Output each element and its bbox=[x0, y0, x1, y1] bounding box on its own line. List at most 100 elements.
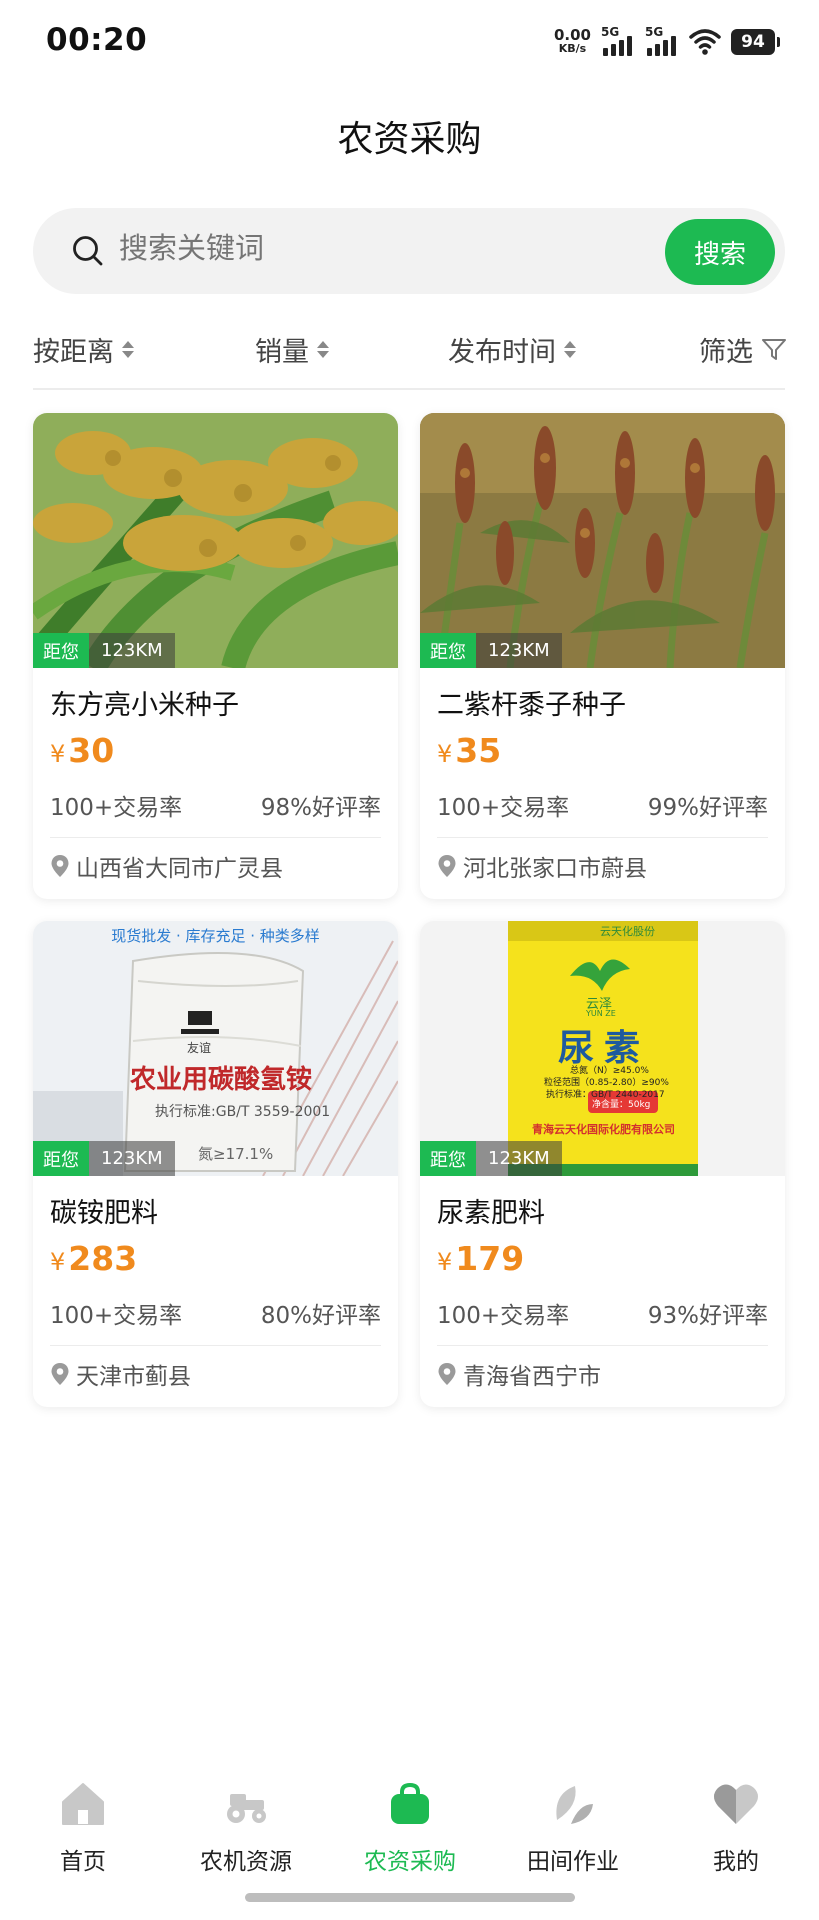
card-divider bbox=[50, 1345, 381, 1346]
filter-sales-label: 销量 bbox=[255, 337, 309, 368]
product-card[interactable]: 距您 123KM 东方亮小米种子 ¥ 30 100+交易率 98%好评率 山西省… bbox=[33, 413, 398, 899]
home-icon bbox=[62, 1783, 104, 1825]
product-card[interactable]: 距您 123KM 二紫杆黍子种子 ¥ 35 100+交易率 99%好评率 河北张… bbox=[420, 413, 785, 899]
search-button[interactable]: 搜索 bbox=[665, 219, 775, 285]
net-speed: 0.00 KB/s bbox=[554, 28, 591, 56]
status-time: 00:20 bbox=[46, 22, 148, 58]
image-brand-en: YUN ZE bbox=[586, 1009, 616, 1018]
distance-tag: 距您 bbox=[33, 633, 89, 668]
sort-arrows-icon bbox=[317, 341, 329, 358]
nav-item-machinery[interactable]: 农机资源 bbox=[176, 1780, 316, 1876]
card-divider bbox=[437, 837, 768, 838]
distance-badge: 距您 123KM bbox=[33, 633, 175, 668]
status-icons: 0.00 KB/s 5G 5G 94 bbox=[554, 24, 780, 60]
wifi-icon bbox=[689, 29, 721, 55]
product-price: ¥ 179 bbox=[437, 1239, 524, 1278]
deal-rate: 100+交易率 bbox=[50, 1303, 183, 1329]
product-location: 青海省西宁市 bbox=[437, 1357, 601, 1391]
image-standard: 执行标准:GB/T 3559-2001 bbox=[155, 1104, 331, 1120]
product-location: 河北张家口市蔚县 bbox=[437, 849, 647, 883]
good-rating: 98%好评率 bbox=[260, 795, 381, 821]
filter-distance[interactable]: 按距离 bbox=[33, 330, 134, 369]
home-indicator[interactable] bbox=[245, 1893, 575, 1902]
product-image-broomcorn bbox=[420, 413, 785, 668]
leaf-icon bbox=[556, 1786, 593, 1824]
distance-tag: 距您 bbox=[33, 1141, 89, 1176]
image-brand: 友谊 bbox=[187, 1041, 212, 1055]
product-card[interactable]: 现货批发 · 库存充足 · 种类多样 友谊 农业用碳酸氢铵 执行标准:GB/T … bbox=[33, 921, 398, 1407]
nav-item-home[interactable]: 首页 bbox=[13, 1780, 153, 1876]
price-currency: ¥ bbox=[437, 740, 453, 768]
image-banner: 现货批发 · 库存充足 · 种类多样 bbox=[111, 927, 320, 945]
nav-label: 农资采购 bbox=[364, 1849, 456, 1875]
price-currency: ¥ bbox=[50, 1248, 66, 1276]
image-net-weight: 净含量：50kg bbox=[592, 1100, 651, 1110]
divider bbox=[33, 388, 785, 390]
location-text: 天津市蓟县 bbox=[76, 1364, 191, 1390]
nav-label: 田间作业 bbox=[527, 1849, 619, 1875]
location-pin-icon bbox=[51, 1363, 69, 1385]
distance-tag: 距您 bbox=[420, 633, 476, 668]
signal-icon: 5G bbox=[645, 25, 679, 58]
distance-value: 123KM bbox=[89, 1141, 175, 1176]
filter-sales[interactable]: 销量 bbox=[255, 330, 329, 369]
location-pin-icon bbox=[51, 855, 69, 877]
deal-rate: 100+交易率 bbox=[50, 795, 183, 821]
distance-badge: 距您 123KM bbox=[420, 1141, 562, 1176]
battery-icon: 94 bbox=[731, 29, 780, 55]
image-company: 青海云天化国际化肥有限公司 bbox=[532, 1123, 675, 1136]
good-rating: 93%好评率 bbox=[647, 1303, 768, 1329]
image-bag-title: 农业用碳酸氢铵 bbox=[130, 1065, 313, 1095]
card-divider bbox=[50, 837, 381, 838]
location-pin-icon bbox=[438, 855, 456, 877]
filter-screen[interactable]: 筛选 bbox=[699, 330, 787, 369]
price-value: 30 bbox=[68, 731, 115, 770]
funnel-icon bbox=[762, 338, 786, 360]
deal-rate: 100+交易率 bbox=[437, 795, 570, 821]
distance-tag: 距您 bbox=[420, 1141, 476, 1176]
location-pin-icon bbox=[438, 1363, 456, 1385]
product-card[interactable]: 云天化股份 云泽 YUN ZE 尿素 总氮（N）≥45.0% 粒径范围（0.85… bbox=[420, 921, 785, 1407]
sort-arrows-icon bbox=[122, 341, 134, 358]
signal-icon: 5G bbox=[601, 25, 635, 58]
filter-screen-label: 筛选 bbox=[699, 337, 753, 368]
heart-icon bbox=[714, 1784, 758, 1824]
sort-arrows-icon bbox=[564, 341, 576, 358]
filter-publish-time-label: 发布时间 bbox=[448, 337, 556, 368]
product-name: 二紫杆黍子种子 bbox=[437, 690, 626, 721]
location-text: 青海省西宁市 bbox=[463, 1364, 601, 1390]
nav-label: 农机资源 bbox=[200, 1849, 292, 1875]
filter-bar: 按距离 销量 发布时间 筛选 bbox=[0, 320, 819, 390]
distance-value: 123KM bbox=[476, 633, 562, 668]
nav-item-field-work[interactable]: 田间作业 bbox=[503, 1780, 643, 1876]
product-price: ¥ 30 bbox=[50, 731, 114, 770]
page-title: 农资采购 bbox=[337, 119, 482, 160]
product-location: 天津市蓟县 bbox=[50, 1357, 191, 1391]
product-image-urea: 云天化股份 云泽 YUN ZE 尿素 总氮（N）≥45.0% 粒径范围（0.85… bbox=[420, 921, 785, 1176]
distance-badge: 距您 123KM bbox=[420, 633, 562, 668]
deal-rate: 100+交易率 bbox=[437, 1303, 570, 1329]
distance-badge: 距您 123KM bbox=[33, 1141, 175, 1176]
nav-item-mine[interactable]: 我的 bbox=[666, 1780, 806, 1876]
price-value: 179 bbox=[455, 1239, 525, 1278]
filter-publish-time[interactable]: 发布时间 bbox=[448, 330, 576, 369]
product-image-millet bbox=[33, 413, 398, 668]
product-image-ammonium-bicarbonate: 现货批发 · 库存充足 · 种类多样 友谊 农业用碳酸氢铵 执行标准:GB/T … bbox=[33, 921, 398, 1176]
image-nitrogen: 氮≥17.1% bbox=[198, 1145, 274, 1163]
good-rating: 99%好评率 bbox=[647, 795, 768, 821]
good-rating: 80%好评率 bbox=[260, 1303, 381, 1329]
nav-label: 我的 bbox=[713, 1849, 759, 1875]
product-name: 尿素肥料 bbox=[437, 1198, 545, 1229]
filter-distance-label: 按距离 bbox=[33, 337, 114, 368]
search-input[interactable] bbox=[119, 231, 539, 265]
product-price: ¥ 35 bbox=[437, 731, 501, 770]
price-currency: ¥ bbox=[50, 740, 66, 768]
product-price: ¥ 283 bbox=[50, 1239, 137, 1278]
nav-item-purchase[interactable]: 农资采购 bbox=[340, 1780, 480, 1876]
distance-value: 123KM bbox=[476, 1141, 562, 1176]
search-icon bbox=[73, 236, 103, 266]
location-text: 山西省大同市广灵县 bbox=[76, 856, 283, 882]
distance-value: 123KM bbox=[89, 633, 175, 668]
product-name: 东方亮小米种子 bbox=[50, 690, 239, 721]
price-value: 283 bbox=[68, 1239, 138, 1278]
